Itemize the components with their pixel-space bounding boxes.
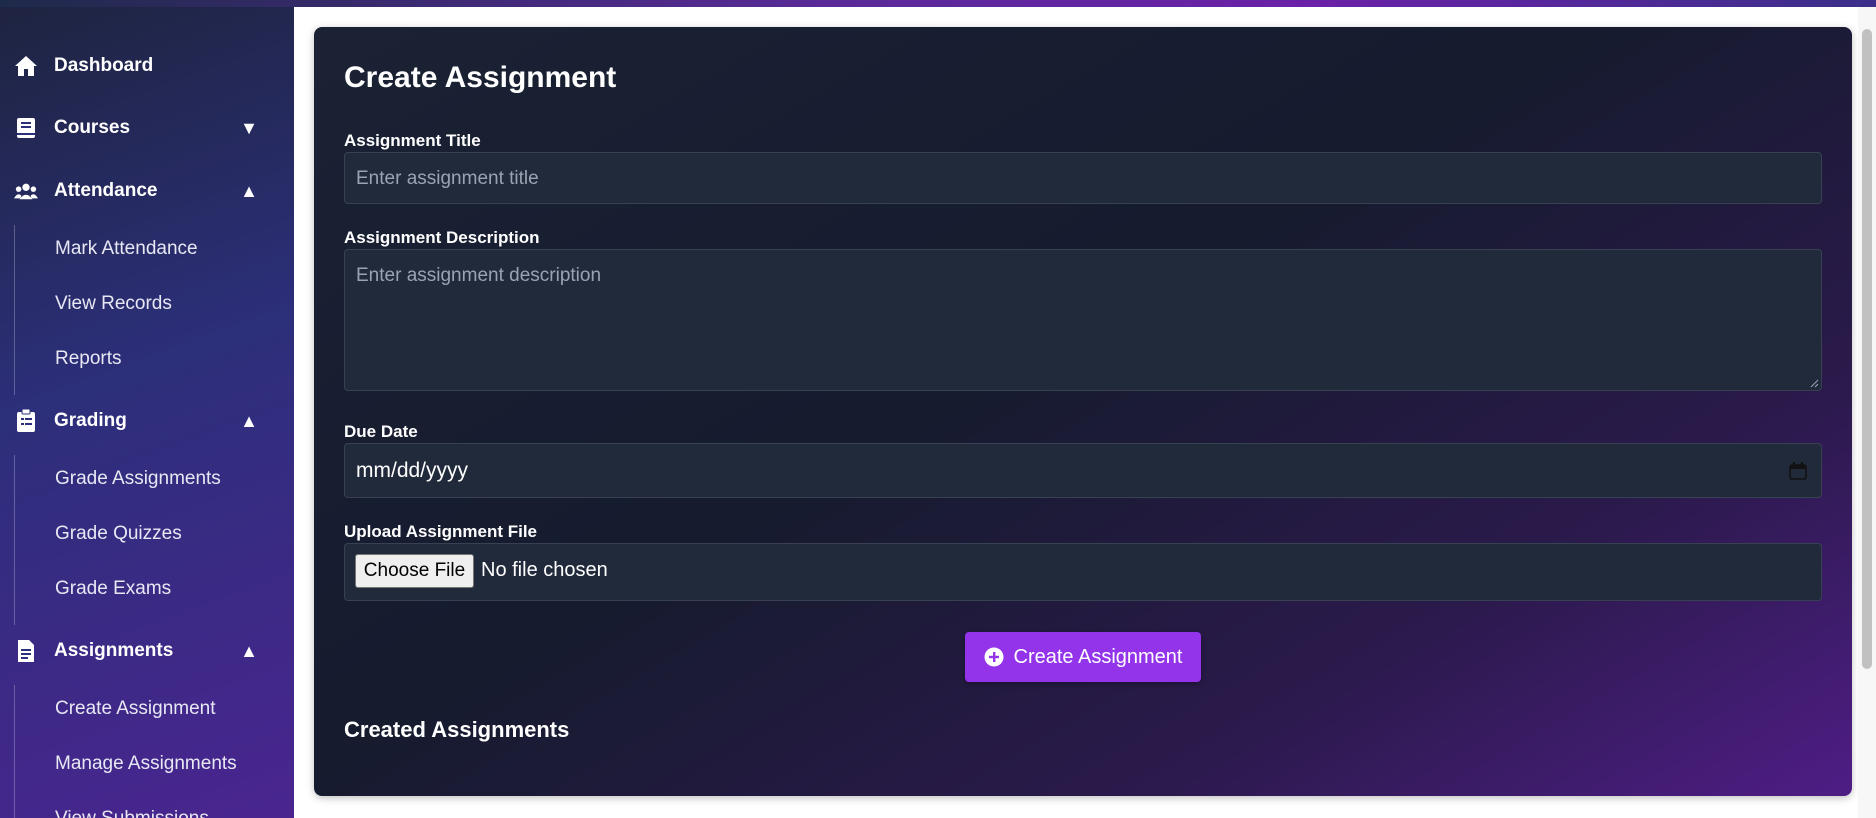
sidebar-item-attendance[interactable]: Attendance — [0, 169, 294, 213]
home-icon — [14, 54, 38, 78]
sidebar: Dashboard Courses Attendance Mark Attend… — [0, 7, 294, 818]
clipboard-icon — [14, 409, 38, 433]
sidebar-item-label: Attendance — [54, 180, 158, 201]
sidebar-item-assignments[interactable]: Assignments — [0, 629, 294, 673]
page-scrollbar[interactable] — [1858, 7, 1876, 818]
due-date-label: Due Date — [344, 422, 418, 441]
assignment-title-label: Assignment Title — [344, 131, 481, 150]
submenu-item-manage-assignments[interactable]: Manage Assignments — [55, 753, 237, 775]
assignment-title-input[interactable]: Enter assignment title — [344, 152, 1822, 204]
upload-file-input[interactable]: Choose File No file chosen — [344, 543, 1822, 601]
top-accent-bar — [0, 0, 1876, 7]
upload-file-label: Upload Assignment File — [344, 522, 538, 541]
grading-submenu: Grade Assignments Grade Quizzes Grade Ex… — [14, 455, 285, 625]
sidebar-item-label: Dashboard — [54, 55, 154, 76]
submenu-item-grade-quizzes[interactable]: Grade Quizzes — [55, 523, 182, 545]
file-icon — [14, 639, 38, 663]
submenu-item-mark-attendance[interactable]: Mark Attendance — [55, 238, 198, 260]
submenu-item-create-assignment[interactable]: Create Assignment — [55, 698, 216, 720]
sidebar-item-dashboard[interactable]: Dashboard — [0, 44, 294, 88]
book-icon — [14, 116, 38, 140]
submenu-item-view-submissions[interactable]: View Submissions — [55, 808, 209, 818]
chevron-down-icon[interactable] — [240, 118, 258, 139]
assignments-submenu: Create Assignment Manage Assignments Vie… — [14, 685, 285, 818]
created-assignments-heading: Created Assignments — [344, 717, 570, 742]
sidebar-item-label: Assignments — [54, 640, 174, 661]
calendar-icon[interactable] — [1789, 461, 1807, 480]
attendance-submenu: Mark Attendance View Records Reports — [14, 225, 285, 395]
choose-file-button[interactable]: Choose File — [355, 554, 474, 588]
chevron-up-icon[interactable] — [240, 641, 258, 662]
submenu-item-grade-assignments[interactable]: Grade Assignments — [55, 468, 221, 490]
create-assignment-button-label: Create Assignment — [1013, 645, 1183, 668]
submenu-item-grade-exams[interactable]: Grade Exams — [55, 578, 171, 600]
submenu-item-view-records[interactable]: View Records — [55, 293, 172, 315]
assignment-description-placeholder: Enter assignment description — [356, 265, 602, 286]
submenu-item-reports[interactable]: Reports — [55, 348, 122, 370]
scrollbar-thumb[interactable] — [1862, 29, 1872, 669]
create-assignment-button[interactable]: Create Assignment — [965, 632, 1201, 682]
file-status-text: No file chosen — [481, 559, 608, 581]
users-icon — [14, 179, 38, 203]
sidebar-item-grading[interactable]: Grading — [0, 399, 294, 443]
assignment-title-placeholder: Enter assignment title — [356, 168, 539, 189]
due-date-value: mm/dd/yyyy — [356, 459, 469, 482]
sidebar-item-label: Courses — [54, 117, 131, 138]
due-date-input[interactable]: mm/dd/yyyy — [344, 443, 1822, 498]
assignment-description-textarea[interactable]: Enter assignment description — [344, 249, 1822, 391]
sidebar-item-courses[interactable]: Courses — [0, 106, 294, 150]
assignment-description-label: Assignment Description — [344, 228, 540, 247]
resize-handle-icon[interactable] — [1809, 378, 1819, 388]
chevron-up-icon[interactable] — [240, 411, 258, 432]
page-title: Create Assignment — [344, 61, 617, 94]
chevron-up-icon[interactable] — [240, 181, 258, 202]
plus-circle-icon — [984, 647, 1003, 667]
sidebar-item-label: Grading — [54, 410, 127, 431]
create-assignment-card: Create Assignment Assignment Title Enter… — [314, 27, 1852, 796]
